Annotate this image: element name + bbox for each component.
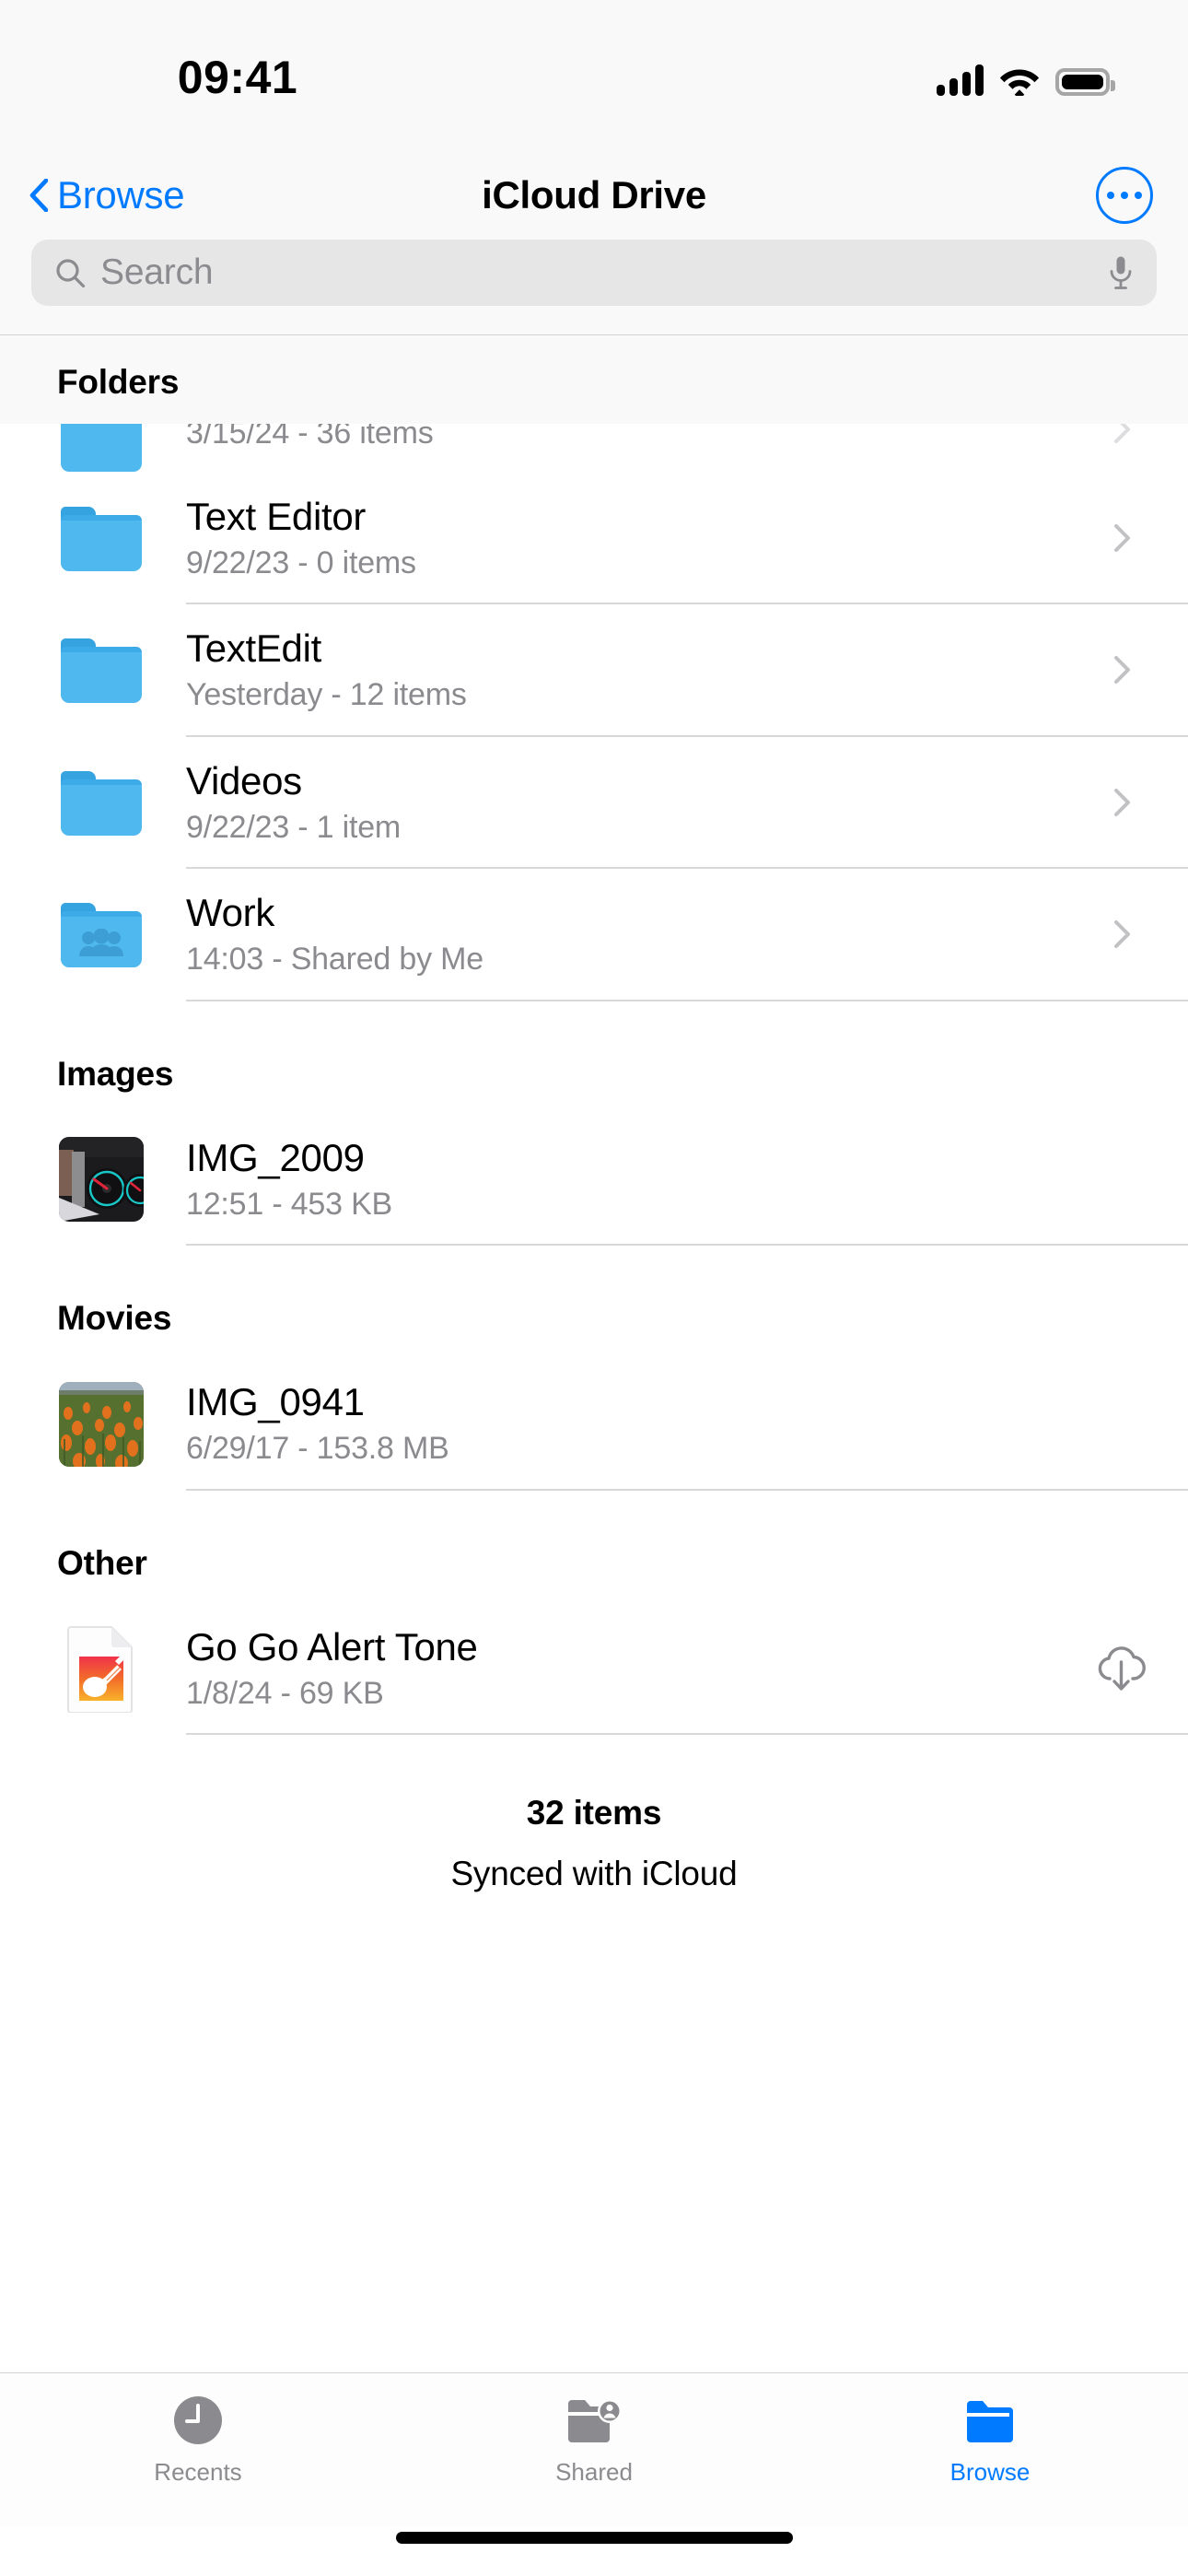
list-item-title: Text Editor <box>186 495 367 538</box>
list-item-detail: Yesterday - 12 items <box>186 677 467 713</box>
iphone-screen: 09:41 Browse iCloud Drive Search Folders… <box>0 0 1188 2576</box>
ellipsis-dot <box>1121 192 1128 199</box>
sync-status: Synced with iCloud <box>450 1854 738 1892</box>
tab-shared[interactable]: Shared <box>396 2394 792 2526</box>
wifi-icon <box>999 69 1040 96</box>
list-item-detail: 3/15/24 - 36 items <box>186 424 434 451</box>
chevron-left-icon <box>29 179 48 212</box>
photo-thumbnail-dashboard <box>59 1137 144 1223</box>
shared-folder-icon <box>53 887 149 983</box>
folder-icon <box>53 491 149 587</box>
list-item-detail: 14:03 - Shared by Me <box>186 942 483 978</box>
list-item[interactable]: Videos 9/22/23 - 1 item <box>0 736 1188 870</box>
clock-icon <box>173 2394 223 2447</box>
chevron-right-icon <box>1114 656 1130 685</box>
chevron-right-icon <box>1114 424 1130 443</box>
file-list[interactable]: Folders 3/15/24 - 36 items Text Editor 9… <box>0 334 1188 2372</box>
battery-full-icon <box>1055 68 1115 96</box>
icloud-download-icon[interactable] <box>1096 1644 1147 1692</box>
tab-recents[interactable]: Recents <box>0 2394 396 2526</box>
list-item-body: TextEdit Yesterday - 12 items <box>186 604 1188 737</box>
tab-shared-label: Shared <box>555 2458 633 2486</box>
list-item[interactable]: Work 14:03 - Shared by Me <box>0 869 1188 1001</box>
list-item-body: 3/15/24 - 36 items <box>186 424 1188 473</box>
chevron-right-icon <box>1114 788 1130 816</box>
people-icon <box>79 928 123 956</box>
list-item-body: Videos 9/22/23 - 1 item <box>186 737 1188 870</box>
list-item[interactable]: TextEdit Yesterday - 12 items <box>0 604 1188 737</box>
ellipsis-dot <box>1135 192 1142 199</box>
document-icon <box>67 1626 133 1714</box>
list-footer: 32 items Synced with iCloud <box>0 1735 1188 1893</box>
tab-bar: Recents Shared Browse <box>0 2372 1188 2526</box>
list-item-detail: 12:51 - 453 KB <box>186 1186 393 1222</box>
back-button[interactable]: Browse <box>29 173 185 217</box>
list-item-body: IMG_2009 12:51 - 453 KB <box>186 1114 1188 1247</box>
status-bar-indicators <box>937 57 1115 96</box>
search-bar-container: Search <box>0 240 1188 334</box>
list-item[interactable]: IMG_0941 6/29/17 - 153.8 MB <box>0 1358 1188 1491</box>
list-item-detail: 6/29/17 - 153.8 MB <box>186 1431 449 1467</box>
section-header-folders: Folders <box>0 334 1188 424</box>
tab-browse[interactable]: Browse <box>792 2394 1188 2526</box>
list-item-title: TextEdit <box>186 626 321 671</box>
navigation-bar: Browse iCloud Drive <box>0 151 1188 240</box>
section-header-images: Images <box>0 1001 1188 1114</box>
chevron-right-icon <box>1114 919 1130 948</box>
list-item-body: IMG_0941 6/29/17 - 153.8 MB <box>186 1358 1188 1491</box>
folder-icon <box>53 755 149 851</box>
section-header-movies: Movies <box>0 1246 1188 1359</box>
cellular-signal-icon <box>937 64 984 96</box>
list-item-title: IMG_0941 <box>186 1380 365 1424</box>
status-bar-time: 09:41 <box>177 52 298 103</box>
list-item-detail: 9/22/23 - 0 items <box>186 545 416 581</box>
section-header-other: Other <box>0 1490 1188 1603</box>
back-button-label: Browse <box>57 173 185 217</box>
search-input[interactable]: Search <box>100 252 1109 293</box>
status-bar: 09:41 <box>0 0 1188 151</box>
chevron-right-icon <box>1114 523 1130 552</box>
search-icon <box>56 258 86 287</box>
video-thumbnail <box>53 1376 149 1472</box>
folder-icon <box>53 424 149 473</box>
ellipsis-dot <box>1107 192 1114 199</box>
list-item-title: Videos <box>186 758 302 802</box>
tab-browse-label: Browse <box>949 2458 1031 2486</box>
microphone-icon[interactable] <box>1109 255 1133 290</box>
list-item[interactable]: Text Editor 9/22/23 - 0 items <box>0 473 1188 605</box>
list-item-body: Work 14:03 - Shared by Me <box>186 869 1188 1001</box>
list-item-title: Work <box>186 891 275 935</box>
list-item-body: Go Go Alert Tone 1/8/24 - 69 KB <box>186 1603 1188 1735</box>
photo-thumbnail <box>53 1131 149 1227</box>
list-item-body: Text Editor 9/22/23 - 0 items <box>186 473 1188 605</box>
garageband-document-icon <box>53 1621 149 1716</box>
tab-recents-label: Recents <box>154 2458 242 2486</box>
list-item-detail: 1/8/24 - 69 KB <box>186 1675 384 1711</box>
item-count: 32 items <box>526 1793 662 1832</box>
list-item-title: IMG_2009 <box>186 1135 365 1179</box>
folder-icon <box>53 623 149 719</box>
video-thumbnail-flowers <box>59 1381 144 1467</box>
list-item[interactable]: Go Go Alert Tone 1/8/24 - 69 KB <box>0 1602 1188 1735</box>
list-item[interactable]: 3/15/24 - 36 items <box>0 424 1188 473</box>
list-item[interactable]: IMG_2009 12:51 - 453 KB <box>0 1113 1188 1247</box>
list-item-title: Go Go Alert Tone <box>186 1624 478 1669</box>
more-options-button[interactable] <box>1096 167 1153 224</box>
home-indicator <box>0 2526 1188 2576</box>
shared-folder-person-icon <box>565 2394 623 2447</box>
list-item-detail: 9/22/23 - 1 item <box>186 809 402 845</box>
folder-icon <box>965 2394 1015 2447</box>
search-bar[interactable]: Search <box>31 240 1157 306</box>
